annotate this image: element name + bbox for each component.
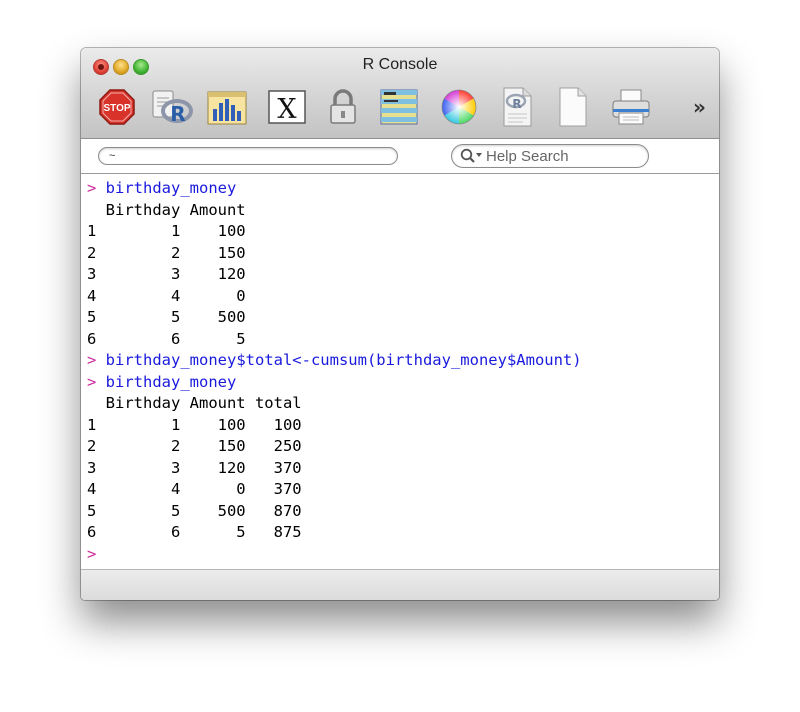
r-source-script-icon: R xyxy=(152,90,193,126)
prompt-symbol: > xyxy=(87,179,97,197)
console-output-line: 4 4 0 370 xyxy=(87,480,302,498)
svg-text:R: R xyxy=(512,97,521,111)
search-bar: ~ xyxy=(81,139,719,174)
console-output-line: 6 6 5 xyxy=(87,329,246,348)
console-output-line: 6 6 5 875 xyxy=(87,523,302,541)
console-output-line: Birthday Amount xyxy=(87,200,246,219)
x-window-icon: X xyxy=(268,90,306,125)
console-output-line: 4 4 0 xyxy=(87,286,246,305)
prompt-symbol: > xyxy=(87,351,97,369)
console-output-line: 1 1 100 100 xyxy=(87,415,302,434)
stop-label: STOP xyxy=(103,103,130,114)
bar-chart-window-icon xyxy=(207,91,247,125)
title-bar[interactable]: R Console STOP R X R » xyxy=(81,48,719,139)
console-command-line: > birthday_money xyxy=(87,372,236,393)
color-wheel-icon xyxy=(441,89,477,125)
x11-label: X xyxy=(277,94,297,125)
quartz-graphics-button[interactable] xyxy=(205,85,249,129)
history-button[interactable] xyxy=(377,85,421,129)
command-text: birthday_money$total<-cumsum(birthday_mo… xyxy=(96,351,582,369)
r-document-icon: R xyxy=(503,87,532,127)
search-icon[interactable] xyxy=(460,148,484,168)
r-console-window: R Console STOP R X R » ~ Help Search > b… xyxy=(81,48,719,600)
console-output-line: 5 5 500 xyxy=(87,308,246,326)
console-prompt-line[interactable]: > xyxy=(87,544,96,565)
console-output-line: 3 3 120 xyxy=(87,265,246,283)
colors-button[interactable] xyxy=(437,85,481,129)
console-output-line: Birthday Amount total xyxy=(87,394,302,412)
command-text: birthday_money xyxy=(96,179,237,197)
new-document-button[interactable] xyxy=(551,85,595,129)
x11-button[interactable]: X xyxy=(265,85,309,129)
console-output[interactable]: > birthday_money Birthday Amount 1 1 100 2… xyxy=(81,174,719,570)
prompt-symbol: > xyxy=(87,544,97,563)
command-text: birthday_money xyxy=(96,372,237,391)
prompt-symbol: > xyxy=(87,372,97,391)
stop-button[interactable]: STOP xyxy=(95,85,139,129)
status-bar xyxy=(81,570,719,600)
printer-icon xyxy=(612,89,650,125)
svg-text:R: R xyxy=(170,102,185,126)
help-search-field[interactable] xyxy=(451,144,649,168)
toolbar-overflow-chevron-icon[interactable]: » xyxy=(693,95,706,119)
striped-history-icon xyxy=(380,89,418,125)
console-output-line: 3 3 120 370 xyxy=(87,458,302,477)
window-title: R Console xyxy=(362,56,438,73)
print-button[interactable] xyxy=(609,85,653,129)
help-search-input[interactable] xyxy=(486,147,636,165)
console-command-line: > birthday_money$total<-cumsum(birthday_… xyxy=(87,350,582,371)
authorize-button[interactable] xyxy=(321,85,365,129)
padlock-icon xyxy=(330,89,356,124)
console-command-line: > birthday_money xyxy=(87,178,236,199)
blank-document-icon xyxy=(559,87,587,127)
open-document-button[interactable]: R xyxy=(495,85,539,129)
console-output-line: 2 2 150 xyxy=(87,243,246,262)
source-script-button[interactable]: R xyxy=(149,85,193,129)
stop-sign-icon: STOP xyxy=(99,89,135,125)
console-output-line: 2 2 150 250 xyxy=(87,437,302,455)
working-directory-field[interactable]: ~ xyxy=(98,147,398,165)
console-output-line: 5 5 500 870 xyxy=(87,501,302,520)
console-output-line: 1 1 100 xyxy=(87,222,246,240)
